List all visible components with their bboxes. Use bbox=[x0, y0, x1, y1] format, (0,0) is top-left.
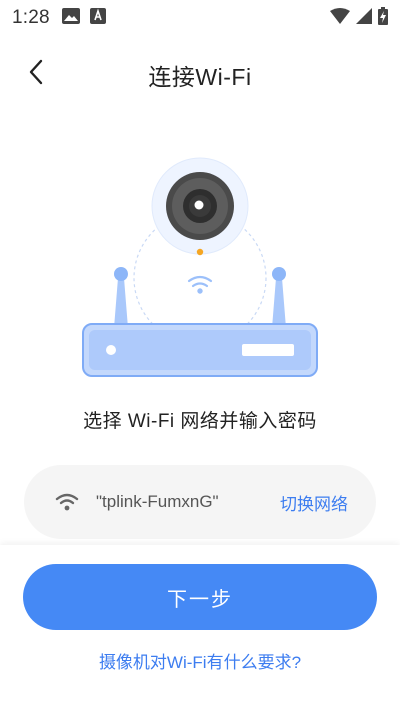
status-system-icons bbox=[330, 6, 388, 30]
router-icon bbox=[82, 323, 318, 377]
switch-network-link[interactable]: 切换网络 bbox=[280, 490, 348, 515]
screen: 1:28 连接Wi-Fi 选择 Wi-Fi 网络并输入密码 "tplink-Fu… bbox=[0, 0, 400, 711]
text-app-icon bbox=[89, 7, 106, 29]
network-card: "tplink-FumxnG" 切换网络 bbox=[24, 465, 376, 539]
status-led bbox=[196, 248, 204, 256]
cell-signal-icon bbox=[356, 7, 372, 29]
image-icon bbox=[61, 7, 80, 29]
wifi-requirements-link[interactable]: 摄像机对Wi-Fi有什么要求? bbox=[0, 648, 400, 673]
network-name: "tplink-FumxnG" bbox=[96, 492, 219, 511]
camera-icon bbox=[166, 172, 234, 240]
wifi-icon bbox=[54, 491, 80, 513]
camera-router-illustration bbox=[0, 150, 400, 390]
bottom-panel: 下一步 摄像机对Wi-Fi有什么要求? bbox=[0, 545, 400, 711]
instruction-text: 选择 Wi-Fi 网络并输入密码 bbox=[83, 411, 317, 432]
page-title: 连接Wi-Fi bbox=[148, 64, 252, 90]
header: 连接Wi-Fi bbox=[0, 48, 400, 98]
status-time: 1:28 bbox=[12, 7, 50, 28]
status-bar: 1:28 bbox=[0, 0, 400, 36]
next-button[interactable]: 下一步 bbox=[23, 564, 377, 630]
wifi-signal-icon bbox=[330, 7, 350, 29]
battery-charging-icon bbox=[378, 6, 388, 30]
status-notification-icons bbox=[61, 7, 106, 29]
wifi-waves-icon bbox=[187, 275, 213, 294]
